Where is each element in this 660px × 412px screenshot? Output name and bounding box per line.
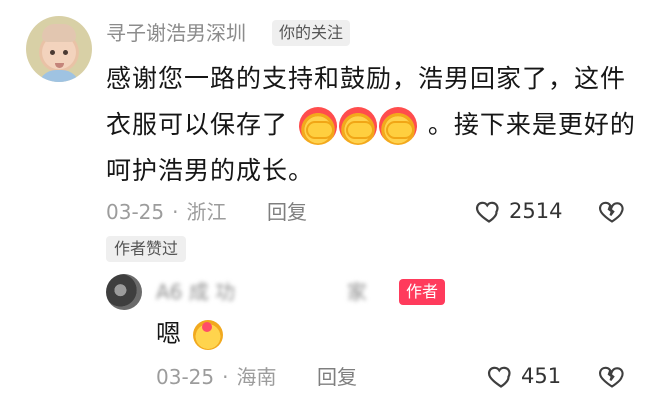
comment-location: 浙江: [186, 200, 227, 224]
author-badge: 作者: [399, 279, 446, 305]
meta-separator: ·: [172, 200, 179, 224]
reply-date: 03-25: [156, 365, 215, 389]
reply-text: 嗯: [156, 319, 182, 348]
reply-like-button[interactable]: 451: [487, 362, 561, 390]
avatar-hair: [42, 24, 76, 42]
reply-button[interactable]: 回复: [267, 198, 307, 226]
avatar-eye-left: [50, 50, 55, 55]
reply-meta: 03-25 · 海南: [156, 363, 276, 391]
reply-to-reply-button[interactable]: 回复: [317, 363, 357, 391]
main-user-avatar[interactable]: [26, 16, 92, 82]
handshake-heart-emoji-icon: [298, 107, 337, 145]
follow-status-tag: 你的关注: [272, 20, 351, 46]
heart-outline-icon: [488, 366, 511, 388]
reply-dislike-button[interactable]: [598, 362, 626, 390]
finger-heart-emoji-icon: [192, 320, 223, 350]
handshake-heart-emoji-icon: [338, 107, 377, 145]
comment-username[interactable]: 寻子谢浩男深圳: [106, 20, 246, 46]
comment-body: 感谢您一路的支持和鼓励，浩男回家了，这件衣服可以保存了 。接下来是更好的呵护浩男…: [106, 56, 636, 194]
reply-like-count: 451: [521, 364, 562, 388]
reply-user-avatar[interactable]: [106, 274, 142, 310]
avatar-mouth: [55, 63, 64, 68]
author-liked-badge: 作者赞过: [106, 236, 187, 262]
meta-separator: ·: [222, 365, 229, 389]
broken-heart-outline-icon: [599, 201, 624, 223]
reply-body: 嗯: [156, 314, 223, 354]
dislike-button[interactable]: [598, 197, 626, 225]
avatar-shirt: [38, 70, 80, 82]
like-button[interactable]: 2514: [475, 197, 562, 225]
emoji-group: [298, 107, 417, 145]
heart-outline-icon: [476, 201, 499, 223]
comment-meta: 03-25 · 浙江: [106, 198, 226, 226]
avatar-eye-right: [63, 50, 68, 55]
broken-heart-outline-icon: [599, 366, 624, 388]
handshake-heart-emoji-icon: [378, 107, 417, 145]
like-count: 2514: [509, 199, 563, 223]
reply-location: 海南: [236, 365, 277, 389]
reply-username[interactable]: A6 成 功 家: [156, 278, 367, 306]
comment-date: 03-25: [106, 200, 165, 224]
